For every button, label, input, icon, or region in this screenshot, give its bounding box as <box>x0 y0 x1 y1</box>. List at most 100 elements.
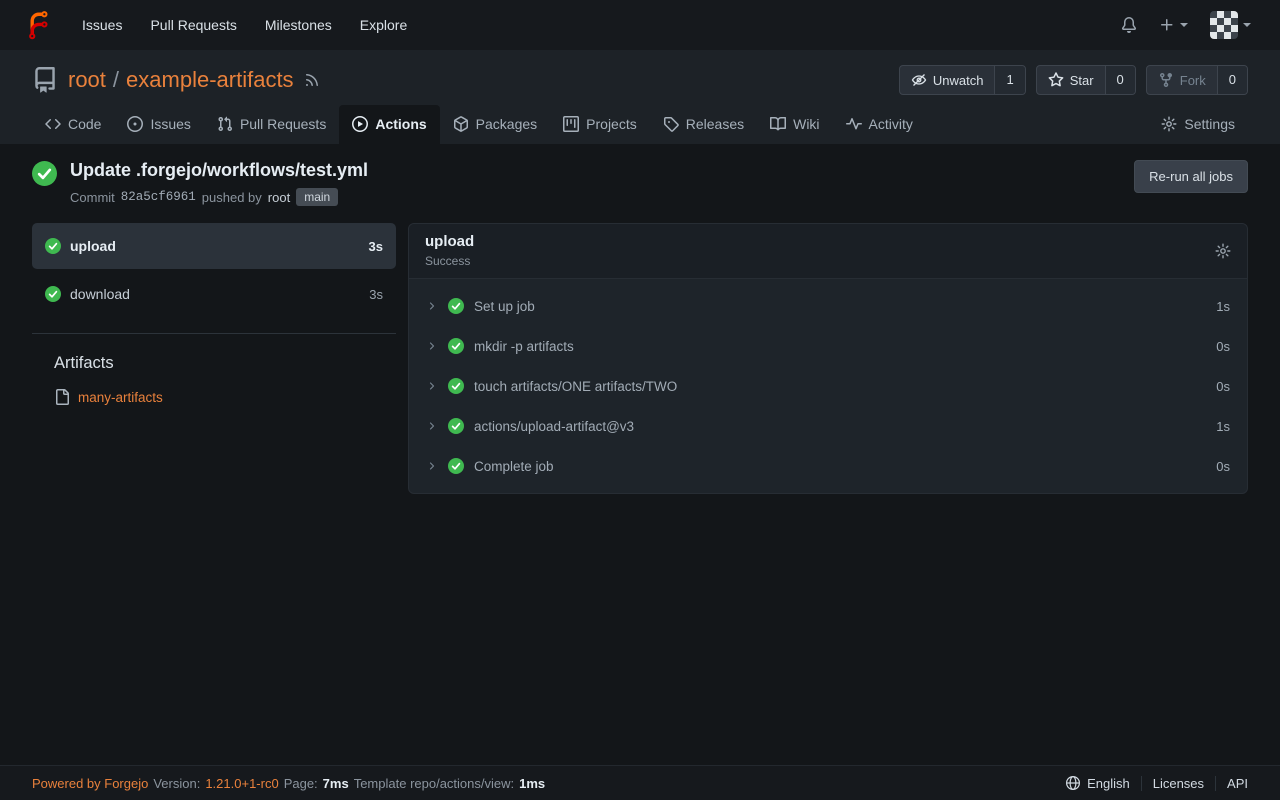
nav-item-pull-requests[interactable]: Pull Requests <box>136 17 250 33</box>
notifications-button[interactable] <box>1110 17 1148 33</box>
chevron-right-icon <box>426 420 438 432</box>
run-title-wrap: Update .forgejo/workflows/test.yml Commi… <box>32 160 368 206</box>
page-time-label: Page: <box>284 776 318 791</box>
issue-icon <box>127 116 143 132</box>
step-row[interactable]: Complete job 0s <box>409 446 1247 486</box>
tab-activity-label: Activity <box>869 116 913 132</box>
step-duration: 1s <box>1216 419 1230 434</box>
steps-list: Set up job 1s mkdir -p artifacts 0s touc… <box>409 279 1247 493</box>
footer-info: Powered by Forgejo Version: 1.21.0+1-rc0… <box>32 776 545 791</box>
actions-play-icon <box>352 116 368 132</box>
fork-button[interactable]: Fork <box>1147 66 1217 94</box>
top-navbar: Issues Pull Requests Milestones Explore <box>0 0 1280 50</box>
version-label: Version: <box>153 776 200 791</box>
tab-issues[interactable]: Issues <box>114 105 203 144</box>
job-name: download <box>70 286 130 302</box>
repo-name-link[interactable]: example-artifacts <box>126 67 294 93</box>
powered-by-link[interactable]: Powered by Forgejo <box>32 776 148 791</box>
check-circle-icon <box>448 338 464 354</box>
run-title-block: Update .forgejo/workflows/test.yml Commi… <box>70 160 368 206</box>
forks-count[interactable]: 0 <box>1217 66 1247 94</box>
template-time-label: Template repo/actions/view: <box>354 776 514 791</box>
code-icon <box>45 116 61 132</box>
nav-item-milestones[interactable]: Milestones <box>251 17 346 33</box>
tab-actions[interactable]: Actions <box>339 105 439 144</box>
tab-code[interactable]: Code <box>32 105 114 144</box>
job-duration: 3s <box>369 239 383 254</box>
commit-label: Commit <box>70 190 115 205</box>
unwatch-button-group: Unwatch 1 <box>899 65 1026 95</box>
rss-feed-button[interactable] <box>304 72 320 88</box>
step-duration: 0s <box>1216 339 1230 354</box>
step-name: Complete job <box>474 459 554 474</box>
chevron-right-icon <box>426 380 438 392</box>
pusher-link[interactable]: root <box>268 190 290 205</box>
step-row[interactable]: actions/upload-artifact@v3 1s <box>409 406 1247 446</box>
tab-releases[interactable]: Releases <box>650 105 757 144</box>
check-circle-icon <box>448 418 464 434</box>
run-body: upload 3s download 3s Artifacts many-art… <box>32 223 1248 494</box>
watchers-count[interactable]: 1 <box>994 66 1024 94</box>
chevron-right-icon <box>426 460 438 472</box>
repo-action-buttons: Unwatch 1 Star 0 Fork 0 <box>899 65 1248 95</box>
tab-projects[interactable]: Projects <box>550 105 650 144</box>
tab-packages[interactable]: Packages <box>440 105 550 144</box>
step-name: mkdir -p artifacts <box>474 339 574 354</box>
star-button-group: Star 0 <box>1036 65 1136 95</box>
chevron-right-icon <box>426 340 438 352</box>
language-selector[interactable]: English <box>1054 775 1141 791</box>
check-circle-icon <box>45 238 61 254</box>
job-row-upload[interactable]: upload 3s <box>32 223 396 269</box>
artifacts-section: Artifacts many-artifacts <box>54 354 396 405</box>
tab-wiki-label: Wiki <box>793 116 819 132</box>
artifact-link-many-artifacts[interactable]: many-artifacts <box>54 389 396 405</box>
step-row[interactable]: mkdir -p artifacts 0s <box>409 326 1247 366</box>
api-link[interactable]: API <box>1215 776 1248 791</box>
page-time-value: 7ms <box>323 776 349 791</box>
create-new-button[interactable] <box>1148 17 1199 33</box>
repo-icon <box>32 67 58 93</box>
check-circle-icon <box>448 378 464 394</box>
forgejo-logo[interactable] <box>18 10 68 40</box>
stars-count[interactable]: 0 <box>1105 66 1135 94</box>
fork-label: Fork <box>1180 73 1206 88</box>
tab-pull-requests[interactable]: Pull Requests <box>204 105 339 144</box>
tab-settings[interactable]: Settings <box>1148 105 1248 144</box>
step-duration: 1s <box>1216 299 1230 314</box>
fork-icon <box>1158 72 1174 88</box>
user-avatar <box>1210 11 1238 39</box>
job-row-download[interactable]: download 3s <box>32 271 396 317</box>
nav-item-issues[interactable]: Issues <box>68 17 136 33</box>
eye-slash-icon <box>911 72 927 88</box>
branch-badge[interactable]: main <box>296 188 338 206</box>
job-options-button[interactable] <box>1215 243 1231 259</box>
step-row[interactable]: touch artifacts/ONE artifacts/TWO 0s <box>409 366 1247 406</box>
pull-request-icon <box>217 116 233 132</box>
tab-activity[interactable]: Activity <box>833 105 926 144</box>
step-duration: 0s <box>1216 459 1230 474</box>
file-icon <box>54 389 70 405</box>
tab-wiki[interactable]: Wiki <box>757 105 832 144</box>
version-link[interactable]: 1.21.0+1-rc0 <box>205 776 278 791</box>
tab-packages-label: Packages <box>476 116 537 132</box>
licenses-label: Licenses <box>1153 776 1204 791</box>
pushed-by-label: pushed by <box>202 190 262 205</box>
repo-tabs: Code Issues Pull Requests Actions Packag… <box>32 105 1248 144</box>
commit-sha-link[interactable]: 82a5cf6961 <box>121 190 196 204</box>
step-name: Set up job <box>474 299 535 314</box>
forgejo-logo-icon <box>24 10 54 40</box>
repo-owner-link[interactable]: root <box>68 67 106 93</box>
licenses-link[interactable]: Licenses <box>1141 776 1215 791</box>
nav-item-explore[interactable]: Explore <box>346 17 421 33</box>
star-icon <box>1048 72 1064 88</box>
rerun-all-jobs-button[interactable]: Re-run all jobs <box>1134 160 1248 193</box>
template-time-value: 1ms <box>519 776 545 791</box>
user-menu-button[interactable] <box>1199 11 1262 39</box>
tab-issues-label: Issues <box>150 116 190 132</box>
tab-pull-requests-label: Pull Requests <box>240 116 326 132</box>
star-button[interactable]: Star <box>1037 66 1105 94</box>
plus-icon <box>1159 17 1175 33</box>
unwatch-button[interactable]: Unwatch <box>900 66 995 94</box>
step-row[interactable]: Set up job 1s <box>409 286 1247 326</box>
gear-icon <box>1161 116 1177 132</box>
